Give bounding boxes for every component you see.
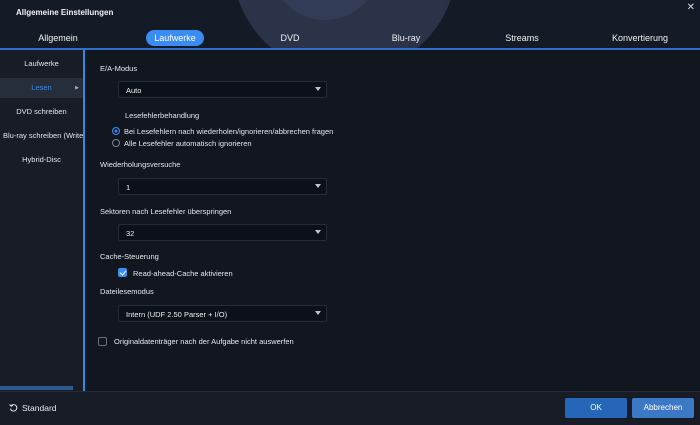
file-read-mode-label: Dateilesemodus — [100, 287, 154, 296]
cache-label: Cache-Steuerung — [100, 252, 159, 261]
tab-bluray[interactable]: Blu-ray — [378, 30, 434, 46]
footer-bar: Standard OK Abbrechen — [0, 391, 700, 425]
file-read-mode-select[interactable]: Intern (UDF 2.50 Parser + I/O) — [118, 305, 327, 322]
chevron-down-icon — [315, 87, 321, 91]
read-ahead-cache-label: Read-ahead-Cache aktivieren — [133, 269, 233, 278]
tab-konvertierung[interactable]: Konvertierung — [600, 30, 680, 46]
radio-ignore-all[interactable] — [112, 139, 120, 147]
chevron-down-icon — [315, 230, 321, 234]
sidebar-item-label: Hybrid-Disc — [22, 155, 61, 164]
standard-label: Standard — [22, 403, 57, 413]
sidebar-item-hybrid-disc[interactable]: Hybrid-Disc — [0, 150, 83, 170]
tab-dvd[interactable]: DVD — [264, 30, 316, 46]
tab-laufwerke[interactable]: Laufwerke — [146, 30, 204, 46]
skip-sectors-select[interactable]: 32 — [118, 224, 327, 241]
title-bar: Allgemeine Einstellungen ✕ — [0, 0, 700, 26]
read-error-label: Lesefehlerbehandlung — [125, 111, 200, 120]
sidebar-item-label: Lesen — [31, 83, 52, 92]
reset-icon — [9, 404, 18, 412]
no-eject-label: Originaldatenträger nach der Aufgabe nic… — [114, 337, 294, 346]
retries-value: 1 — [126, 183, 131, 192]
radio-ignore-all-label: Alle Lesefehler automatisch ignorieren — [124, 139, 252, 148]
sidebar-scroll-indicator — [0, 386, 73, 390]
retries-select[interactable]: 1 — [118, 178, 327, 195]
window-title: Allgemeine Einstellungen — [16, 8, 114, 17]
tab-allgemein[interactable]: Allgemein — [20, 30, 96, 46]
sidebar-item-bluray-schreiben[interactable]: Blu-ray schreiben (Write — [0, 126, 83, 146]
radio-ask-on-error-label: Bei Lesefehlern nach wiederholen/ignorie… — [124, 127, 334, 136]
sidebar-item-label: Laufwerke — [24, 59, 59, 68]
sidebar-item-label: Blu-ray schreiben (Write — [3, 131, 83, 140]
sidebar: Laufwerke Lesen ▶ DVD schreiben Blu-ray s… — [0, 50, 85, 391]
read-ahead-cache-checkbox[interactable] — [118, 268, 127, 277]
cancel-button[interactable]: Abbrechen — [632, 398, 694, 418]
standard-button[interactable]: Standard — [9, 403, 57, 413]
no-eject-checkbox[interactable] — [98, 337, 107, 346]
settings-panel: E/A-Modus Auto Lesefehlerbehandlung Bei … — [87, 50, 700, 391]
skip-sectors-label: Sektoren nach Lesefehler überspringen — [100, 207, 232, 216]
io-mode-label: E/A-Modus — [100, 64, 138, 73]
radio-ask-on-error[interactable] — [112, 127, 120, 135]
close-icon[interactable]: ✕ — [687, 2, 695, 13]
ok-button[interactable]: OK — [565, 398, 627, 418]
sidebar-item-dvd-schreiben[interactable]: DVD schreiben — [0, 102, 83, 122]
skip-sectors-value: 32 — [126, 229, 135, 238]
tab-streams[interactable]: Streams — [490, 30, 554, 46]
caret-right-icon: ▶ — [75, 85, 79, 91]
sidebar-item-lesen[interactable]: Lesen ▶ — [0, 78, 83, 98]
chevron-down-icon — [315, 311, 321, 315]
tab-bar: Allgemein Laufwerke DVD Blu-ray Streams … — [0, 26, 700, 48]
file-read-mode-value: Intern (UDF 2.50 Parser + I/O) — [126, 310, 228, 319]
sidebar-item-label: DVD schreiben — [16, 107, 67, 116]
sidebar-item-laufwerke[interactable]: Laufwerke — [0, 54, 83, 74]
io-mode-value: Auto — [126, 86, 142, 95]
chevron-down-icon — [315, 184, 321, 188]
io-mode-select[interactable]: Auto — [118, 81, 327, 98]
retries-label: Wiederholungsversuche — [100, 160, 181, 169]
